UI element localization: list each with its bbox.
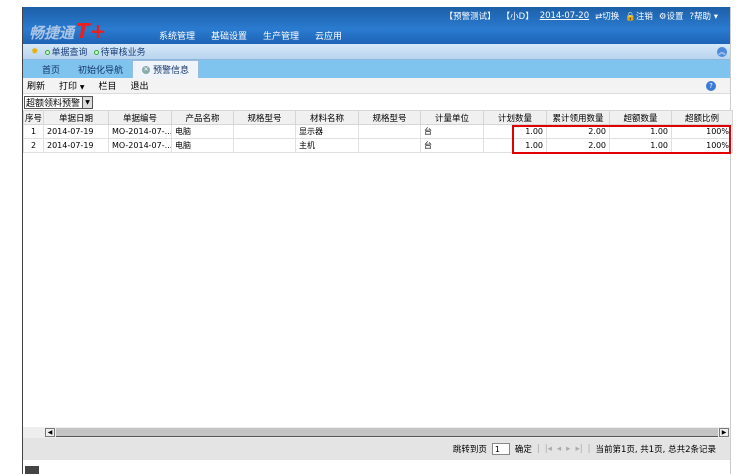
table-cell: 台 (420, 124, 484, 139)
table-cell (233, 138, 296, 153)
table-cell: 2014-07-19 (43, 124, 109, 139)
account-name: 【预警测试】 (444, 12, 496, 22)
column-header[interactable]: 材料名称 (295, 110, 359, 125)
page-status: 当前第1页, 共1页, 总共2条记录 (595, 445, 716, 455)
nav-production[interactable]: 生产管理 (263, 29, 299, 42)
refresh-button[interactable]: 刷新 (27, 79, 45, 92)
tab-bar: 首页 初始化导航 ✕ 预警信息 (23, 60, 730, 78)
table-cell: 2 (23, 138, 44, 153)
print-button[interactable]: 打印 ▼ (59, 79, 85, 92)
login-date[interactable]: 2014-07-20 (540, 11, 589, 21)
goto-label: 跳转到页 (452, 445, 487, 455)
table-cell: 电脑 (171, 124, 234, 139)
table-cell: 显示器 (295, 124, 359, 139)
corner-icon (25, 466, 39, 474)
column-header[interactable]: 单据日期 (43, 110, 109, 125)
settings-button[interactable]: ⚙设置 (659, 10, 684, 22)
main-nav: 系统管理 基础设置 生产管理 云应用 (159, 29, 342, 42)
table-cell: 电脑 (171, 138, 234, 153)
scroll-thumb[interactable] (56, 428, 718, 437)
horizontal-scrollbar[interactable]: ◀ ▶ (23, 427, 730, 438)
app-header: 畅捷通 T+ 系统管理 基础设置 生产管理 云应用 【预警测试】 【小D】 201… (23, 7, 730, 44)
toolbar: 刷新 打印 ▼ 栏目 退出 ? (23, 78, 730, 94)
table-cell: 100% (671, 124, 733, 139)
table-cell: MO-2014-07-... (108, 138, 172, 153)
quick-doc-query[interactable]: 单据查询 (44, 45, 88, 58)
help-icon[interactable]: ? (706, 81, 716, 91)
table-cell: 2014-07-19 (43, 138, 109, 153)
table-header: 序号 单据日期 单据编号 产品名称 规格型号 材料名称 规格型号 计量单位 计划数量 累计领用数量… (23, 110, 733, 125)
table-cell (358, 138, 421, 153)
collapse-icon[interactable]: ︽ (717, 47, 727, 57)
column-header[interactable]: 计划数量 (483, 110, 547, 125)
logout-button[interactable]: 🔒注销 (625, 10, 653, 22)
table-cell: MO-2014-07-... (108, 124, 172, 139)
page-input[interactable] (491, 443, 510, 455)
tab-init-guide[interactable]: 初始化导航 (69, 61, 132, 78)
table-cell: 1.00 (609, 124, 672, 139)
logo: 畅捷通 T+ (29, 19, 107, 43)
table-cell: 主机 (295, 138, 359, 153)
column-header[interactable]: 计量单位 (420, 110, 484, 125)
confirm-button[interactable]: 确定 (515, 443, 532, 455)
table-row[interactable]: 1 2014-07-19 MO-2014-07-... 电脑 显示器台 1.00 2.00 1… (23, 124, 733, 139)
tab-alerts[interactable]: ✕ 预警信息 (132, 60, 200, 78)
scroll-right-icon[interactable]: ▶ (719, 428, 729, 437)
exit-button[interactable]: 退出 (131, 79, 149, 92)
switch-button[interactable]: ⇄切换 (595, 10, 619, 22)
table-cell (358, 124, 421, 139)
quick-bar: ✹ 单据查询 待审核业务 ︽ (23, 44, 730, 60)
nav-cloud[interactable]: 云应用 (315, 29, 342, 42)
table-cell: 1.00 (483, 138, 547, 153)
top-right-bar: 【预警测试】 【小D】 2014-07-20 ⇄切换 🔒注销 ⚙设置 ?帮助 ▾ (445, 10, 718, 22)
table-cell: 2.00 (546, 124, 610, 139)
table-cell: 1.00 (483, 124, 547, 139)
chevron-down-icon: ▼ (82, 97, 93, 108)
prev-page-icon[interactable]: ◂ (557, 444, 561, 454)
help-button[interactable]: ?帮助 ▾ (690, 10, 719, 22)
table-row[interactable]: 2 2014-07-19 MO-2014-07-... 电脑 主机台 1.00 2.00 1.… (23, 138, 733, 153)
next-page-icon[interactable]: ▸ (566, 444, 570, 454)
app-window: 畅捷通 T+ 系统管理 基础设置 生产管理 云应用 【预警测试】 【小D】 201… (22, 7, 733, 474)
table-cell: 台 (420, 138, 484, 153)
column-header[interactable]: 单据编号 (108, 110, 172, 125)
tab-home[interactable]: 首页 (33, 61, 69, 78)
table-cell: 1.00 (609, 138, 672, 153)
table-cell: 2.00 (546, 138, 610, 153)
nav-system[interactable]: 系统管理 (159, 29, 195, 42)
chevron-down-icon: ▼ (79, 84, 85, 91)
table-cell (233, 124, 296, 139)
table-cell: 100% (671, 138, 733, 153)
column-header[interactable]: 超额比例 (671, 110, 733, 125)
nav-basic[interactable]: 基础设置 (211, 29, 247, 42)
sun-icon: ✹ (31, 46, 39, 57)
close-icon[interactable]: ✕ (142, 65, 151, 74)
columns-button[interactable]: 栏目 (99, 79, 117, 92)
column-header[interactable]: 累计领用数量 (546, 110, 610, 125)
column-header[interactable]: 超额数量 (609, 110, 672, 125)
alert-type-select[interactable]: 超额领料预警 ▼ (24, 96, 94, 109)
column-header[interactable]: 规格型号 (233, 110, 296, 125)
table-cell: 1 (23, 124, 44, 139)
column-header[interactable]: 产品名称 (171, 110, 234, 125)
scroll-left-icon[interactable]: ◀ (45, 428, 55, 437)
lock-icon: 🔒 (625, 12, 636, 22)
alert-table: 序号 单据日期 单据编号 产品名称 规格型号 材料名称 规格型号 计量单位 计划数量 累计领用数量… (23, 110, 733, 153)
column-header[interactable]: 序号 (23, 110, 44, 125)
last-page-icon[interactable]: ▸| (575, 444, 582, 454)
pager: 跳转到页 确定 | |◂ ◂ ▸ ▸| | 当前第1页, 共1页, 总共2条记录 (23, 438, 730, 460)
quick-pending-review[interactable]: 待审核业务 (93, 45, 146, 58)
first-page-icon[interactable]: |◂ (545, 444, 552, 454)
user-name: 【小D】 (501, 12, 534, 22)
column-header[interactable]: 规格型号 (358, 110, 421, 125)
